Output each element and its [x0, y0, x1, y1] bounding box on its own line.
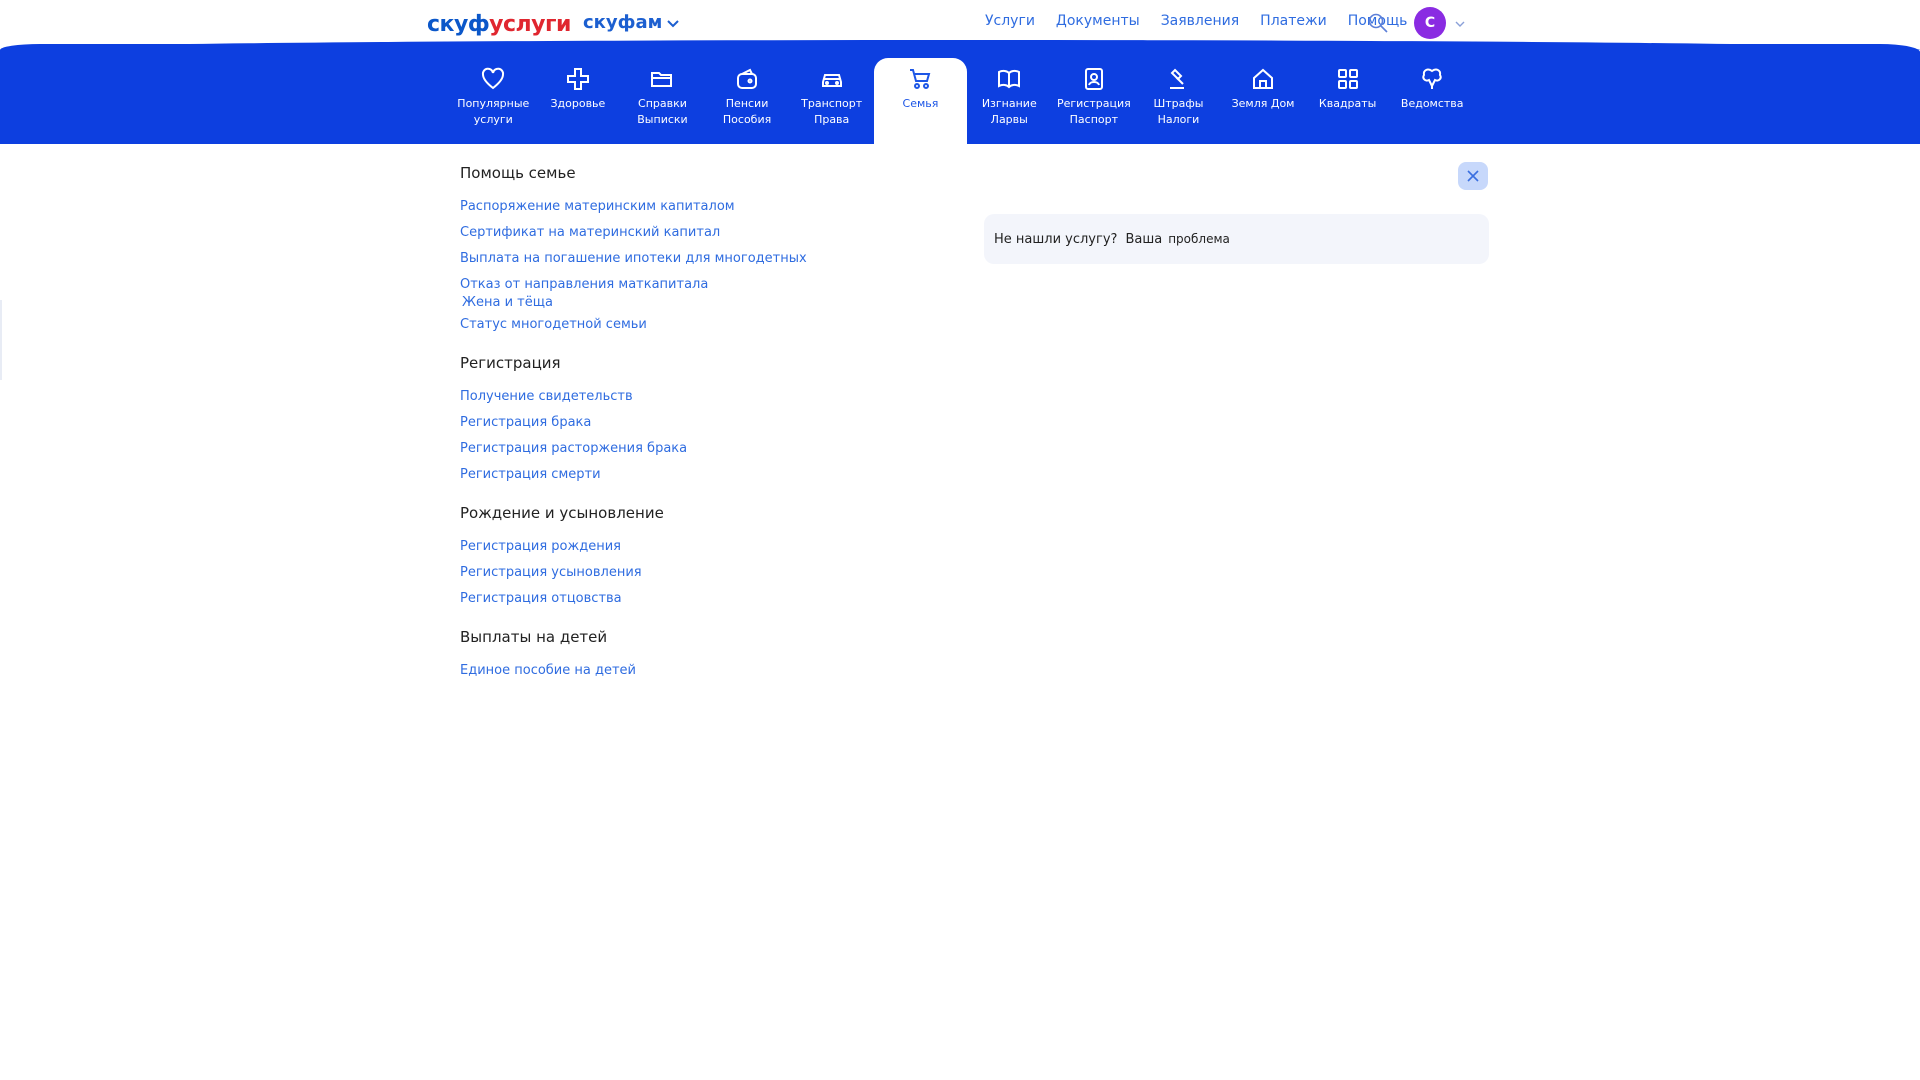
category-popular[interactable]: Популярные услуги [451, 58, 536, 144]
category-squares[interactable]: Квадраты [1305, 58, 1390, 144]
service-link[interactable]: Распоряжение материнским капиталом [460, 194, 1060, 220]
service-link[interactable]: Сертификат на материнский капитал [460, 220, 1060, 246]
squares-icon [1337, 69, 1358, 89]
service-link[interactable]: Регистрация отцовства [460, 586, 1060, 612]
site-logo[interactable]: скуфуслуги [427, 12, 571, 37]
service-link[interactable]: Единое пособие на детей [460, 658, 1060, 684]
section-title: Рождение и усыновление [460, 504, 664, 522]
house-icon [1253, 68, 1274, 89]
close-button[interactable] [1458, 162, 1488, 190]
stroller-icon [910, 69, 931, 89]
book-icon [998, 69, 1021, 89]
logo-part-2: услуги [489, 12, 571, 37]
category-land-house[interactable]: Земля Дом [1221, 58, 1306, 144]
folder-icon [651, 72, 673, 87]
service-link[interactable]: Регистрация расторжения брака [460, 436, 1060, 462]
category-label: Здоровье [550, 97, 606, 110]
category-label: Семья [902, 97, 939, 110]
category-label: Регистрация Паспорт [1056, 97, 1131, 126]
section-title: Помощь семье [460, 164, 576, 182]
category-transport[interactable]: Транспорт Права [789, 58, 874, 144]
top-nav-payments[interactable]: Платежи [1260, 13, 1327, 29]
side-edge [0, 300, 2, 380]
avatar[interactable]: С [1414, 7, 1446, 39]
top-nav-documents[interactable]: Документы [1056, 13, 1140, 29]
top-nav-services[interactable]: Услуги [985, 13, 1035, 29]
passport-icon [1084, 68, 1103, 90]
category-label: Пенсии Пособия [722, 97, 772, 126]
not-found-banner[interactable]: Не нашли услугу? Ваша проблема [984, 214, 1489, 264]
category-label: Земля Дом [1231, 97, 1295, 110]
emblem-icon [1422, 68, 1442, 89]
not-found-question: Не нашли услугу? [994, 231, 1118, 247]
section-birth-adoption: Рождение и усыновление Регистрация рожде… [460, 504, 1060, 612]
service-link[interactable]: Регистрация усыновления [460, 560, 1060, 586]
category-label: Ведомства [1400, 97, 1464, 110]
services-list: Помощь семье Распоряжение материнским ка… [460, 160, 1060, 700]
top-nav-applications[interactable]: Заявления [1161, 13, 1239, 29]
car-icon [821, 74, 842, 87]
service-link[interactable]: Регистрация рождения [460, 534, 1060, 560]
category-fines[interactable]: Штрафы Налоги [1136, 58, 1221, 144]
section-family-help: Помощь семье Распоряжение материнским ка… [460, 164, 1060, 338]
search-icon[interactable] [1367, 12, 1389, 34]
category-label: Транспорт Права [801, 97, 863, 126]
category-certificates[interactable]: Справки Выписки [620, 58, 705, 144]
category-registration[interactable]: Регистрация Паспорт [1052, 58, 1137, 144]
section-child-payments: Выплаты на детей Единое пособие на детей [460, 628, 1060, 684]
service-link[interactable]: Выплата на погашение ипотеки для многоде… [460, 246, 1060, 272]
health-cross-icon [566, 68, 589, 90]
category-label: Популярные услуги [457, 97, 530, 126]
section-registration: Регистрация Получение свидетельств Регис… [460, 354, 1060, 488]
service-link[interactable]: Статус многодетной семьи [460, 312, 1060, 338]
category-health[interactable]: Здоровье [536, 58, 621, 144]
service-link[interactable]: Регистрация смерти [460, 462, 1060, 488]
service-link[interactable]: Отказ от направления маткапитала [460, 276, 1060, 294]
category-label: Штрафы Налоги [1153, 97, 1204, 126]
avatar-letter: С [1424, 15, 1436, 31]
category-departments[interactable]: Ведомства [1390, 58, 1475, 144]
category-label: Изгнание Ларвы [981, 97, 1037, 126]
service-link[interactable]: Регистрация брака [460, 410, 1060, 436]
brand-switcher[interactable]: скуфам [583, 12, 680, 33]
category-family[interactable]: Семья [873, 58, 967, 144]
category-label: Квадраты [1318, 97, 1377, 110]
logo-part-1: скуф [427, 12, 490, 37]
brand-switcher-label: скуфам [583, 12, 663, 33]
wallet-icon [737, 68, 758, 89]
section-title: Регистрация [460, 354, 561, 372]
heart-icon [482, 67, 505, 90]
close-icon [1467, 170, 1479, 182]
section-title: Выплаты на детей [460, 628, 608, 646]
service-link[interactable]: Получение свидетельств [460, 384, 1060, 410]
category-exorcism[interactable]: Изгнание Ларвы [967, 58, 1052, 144]
category-pensions[interactable]: Пенсии Пособия [705, 58, 790, 144]
not-found-word: Ваша [1125, 231, 1163, 247]
category-label: Справки Выписки [637, 97, 688, 126]
chevron-down-icon[interactable] [1454, 18, 1466, 30]
top-nav: Услуги Документы Заявления Платежи Помощ… [985, 13, 1428, 29]
not-found-problem: проблема [1168, 232, 1230, 246]
chevron-down-icon [667, 19, 680, 27]
service-link[interactable]: Жена и тёща [460, 294, 1060, 312]
gavel-icon [1170, 68, 1185, 89]
category-bar: Популярные услуги Здоровье Справки Выпис… [451, 58, 1475, 144]
